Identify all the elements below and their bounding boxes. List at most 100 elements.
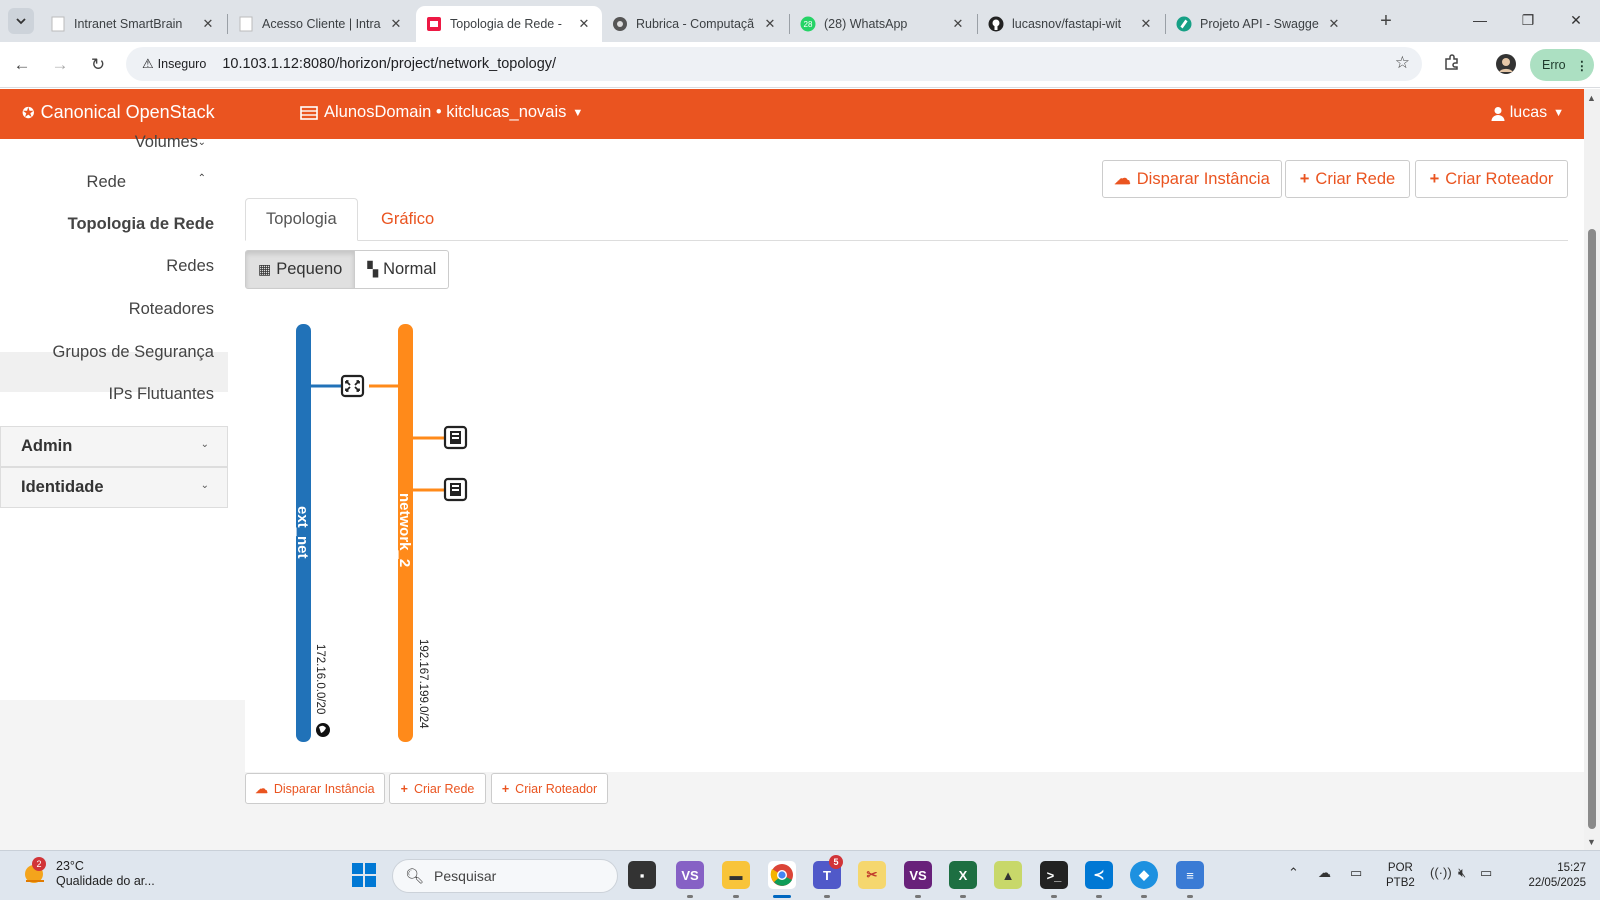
excel-icon[interactable]: X: [949, 861, 977, 889]
vscode-icon[interactable]: ≺: [1085, 861, 1113, 889]
instance-icon[interactable]: [443, 425, 468, 450]
network-cidr-label: 192.167.199.0/24: [417, 639, 429, 729]
browser-tab-rubrica[interactable]: Rubrica - Computaçã ✕: [602, 6, 788, 42]
scroll-down-icon[interactable]: ▼: [1587, 837, 1596, 847]
close-icon[interactable]: ✕: [1138, 16, 1154, 32]
instance-icon[interactable]: [443, 477, 468, 502]
sidebar-section-admin[interactable]: Admin ⌄: [0, 426, 228, 467]
router-icon[interactable]: [340, 374, 365, 398]
project-name: AlunosDomain • kitclucas_novais: [324, 103, 567, 121]
close-icon[interactable]: ✕: [388, 16, 404, 32]
close-icon[interactable]: ✕: [762, 16, 778, 32]
tray-expand-icon[interactable]: ⌃: [1288, 865, 1299, 881]
notepad-icon[interactable]: ≡: [1176, 861, 1204, 889]
battery-icon[interactable]: ▭: [1480, 865, 1492, 881]
bookmark-star-icon[interactable]: ☆: [1395, 53, 1410, 73]
tab-search-button[interactable]: [8, 8, 34, 34]
scroll-up-icon[interactable]: ▲: [1587, 93, 1596, 103]
file-explorer-icon[interactable]: ▬: [722, 861, 750, 889]
project-picker[interactable]: AlunosDomain • kitclucas_novais ▼: [300, 103, 583, 122]
tab-grafico[interactable]: Gráfico: [361, 198, 454, 241]
scroll-thumb[interactable]: [1588, 229, 1596, 829]
cloud-offline-icon[interactable]: ☁: [1318, 865, 1331, 881]
minimize-icon[interactable]: —: [1466, 8, 1494, 32]
visual-studio-icon[interactable]: VS: [676, 861, 704, 889]
security-chip[interactable]: ⚠ Inseguro: [134, 51, 214, 77]
restore-icon[interactable]: ❐: [1514, 8, 1542, 32]
launch-instance-button-bottom[interactable]: ☁ Disparar Instância: [245, 773, 385, 804]
speaker-muted-icon[interactable]: 🔇︎: [1458, 865, 1466, 881]
running-indicator: [915, 895, 921, 898]
sidebar-section-identidade[interactable]: Identidade ⌄: [0, 467, 228, 508]
cloud-upload-icon: ☁: [1114, 170, 1131, 188]
tab-title: Topologia de Rede -: [450, 17, 562, 31]
tab-topologia[interactable]: Topologia: [245, 198, 358, 241]
url-text[interactable]: 10.103.1.12:8080/horizon/project/network…: [222, 56, 556, 72]
docker-icon[interactable]: ◆: [1130, 861, 1158, 889]
browser-tab-swagger[interactable]: Projeto API - Swagge ✕: [1166, 6, 1352, 42]
extensions-puzzle-icon[interactable]: [1440, 53, 1464, 76]
new-tab-button[interactable]: +: [1375, 10, 1397, 32]
size-small-button[interactable]: ▦ Pequeno: [245, 250, 356, 289]
browser-tab-intranet[interactable]: Intranet SmartBrain ✕: [40, 6, 226, 42]
teams-icon[interactable]: T 5: [813, 855, 843, 889]
reload-icon[interactable]: ↻: [86, 53, 110, 77]
terminal-icon[interactable]: >_: [1040, 861, 1068, 889]
close-icon[interactable]: ✕: [576, 16, 592, 32]
wifi-icon[interactable]: ((·)): [1430, 865, 1452, 880]
close-icon[interactable]: ✕: [200, 16, 216, 32]
snipping-tool-icon[interactable]: ✂: [858, 861, 886, 889]
sidebar-footer-area: [0, 700, 245, 850]
sidebar-item-topologia-de-rede[interactable]: Topologia de Rede: [68, 215, 214, 234]
user-menu[interactable]: lucas ▼: [1491, 104, 1564, 122]
sidebar-item-rede[interactable]: Rede: [87, 173, 126, 192]
launch-instance-button[interactable]: ☁ Disparar Instância: [1102, 160, 1282, 198]
browser-tab-github[interactable]: lucasnov/fastapi-wit ✕: [978, 6, 1164, 42]
profile-avatar-icon[interactable]: [1494, 53, 1518, 80]
browser-tab-topologia[interactable]: Topologia de Rede - ✕: [416, 6, 602, 42]
blank-page-icon: [238, 16, 254, 32]
sidebar-item-roteadores[interactable]: Roteadores: [129, 300, 214, 319]
weather-widget[interactable]: 2 23°C Qualidade do ar...: [22, 857, 155, 889]
address-bar[interactable]: ⚠ Inseguro 10.103.1.12:8080/horizon/proj…: [126, 47, 1422, 81]
system-clock[interactable]: 15:27 22/05/2025: [1510, 861, 1586, 891]
size-normal-button[interactable]: ▚ Normal: [355, 250, 450, 289]
page-scrollbar[interactable]: ▲ ▼: [1584, 89, 1600, 850]
chevron-down-icon[interactable]: ⌄: [198, 137, 206, 148]
security-label: Inseguro: [157, 57, 207, 71]
language-indicator[interactable]: POR PTB2: [1386, 861, 1415, 891]
browser-tab-acesso-cliente[interactable]: Acesso Cliente | Intra ✕: [228, 6, 414, 42]
chevron-down-icon: [16, 18, 26, 25]
cloud-upload-icon: ☁: [255, 782, 268, 796]
chart-app-icon[interactable]: ▲: [994, 861, 1022, 889]
visual-studio-icon[interactable]: VS: [904, 861, 932, 889]
profile-error-button[interactable]: Erro ⋮: [1530, 49, 1594, 81]
create-router-button[interactable]: + Criar Roteador: [1415, 160, 1568, 198]
sidebar-item-grupos-de-seguranca[interactable]: Grupos de Segurança: [53, 343, 214, 362]
create-network-button[interactable]: + Criar Rede: [1285, 160, 1410, 198]
chrome-icon[interactable]: [768, 861, 796, 889]
create-network-button-bottom[interactable]: + Criar Rede: [389, 773, 486, 804]
browser-tab-whatsapp[interactable]: 28 (28) WhatsApp ✕: [790, 6, 976, 42]
create-router-button-bottom[interactable]: + Criar Roteador: [491, 773, 608, 804]
close-icon[interactable]: ✕: [950, 16, 966, 32]
windows-taskbar: 2 23°C Qualidade do ar... 🔍︎ Pesquisar ▪…: [0, 850, 1600, 900]
back-arrow-icon[interactable]: ←: [10, 53, 34, 77]
sidebar-item-redes[interactable]: Redes: [166, 257, 214, 276]
clock-date: 22/05/2025: [1528, 877, 1586, 889]
svg-text:28: 28: [804, 20, 813, 29]
sidebar-item-volumes[interactable]: Volumes: [135, 133, 198, 152]
task-view-icon[interactable]: ▪: [628, 861, 656, 889]
close-window-icon[interactable]: ✕: [1562, 8, 1590, 32]
forward-arrow-icon[interactable]: →: [48, 53, 72, 77]
drive-icon[interactable]: ▭: [1350, 865, 1362, 881]
warning-icon: ⚠: [142, 56, 154, 71]
close-icon[interactable]: ✕: [1326, 16, 1342, 32]
taskbar-search[interactable]: 🔍︎ Pesquisar: [392, 859, 618, 893]
windows-start-icon[interactable]: [352, 863, 376, 887]
search-placeholder: Pesquisar: [434, 868, 497, 884]
network-topology-canvas: ext_net 172.16.0.0/20 network_2 192.167.…: [245, 300, 1568, 770]
sidebar-item-ips-flutuantes[interactable]: IPs Flutuantes: [109, 385, 214, 404]
chevron-up-icon[interactable]: ⌃: [198, 173, 206, 184]
brand-logo[interactable]: ✪ Canonical OpenStack: [22, 102, 215, 123]
